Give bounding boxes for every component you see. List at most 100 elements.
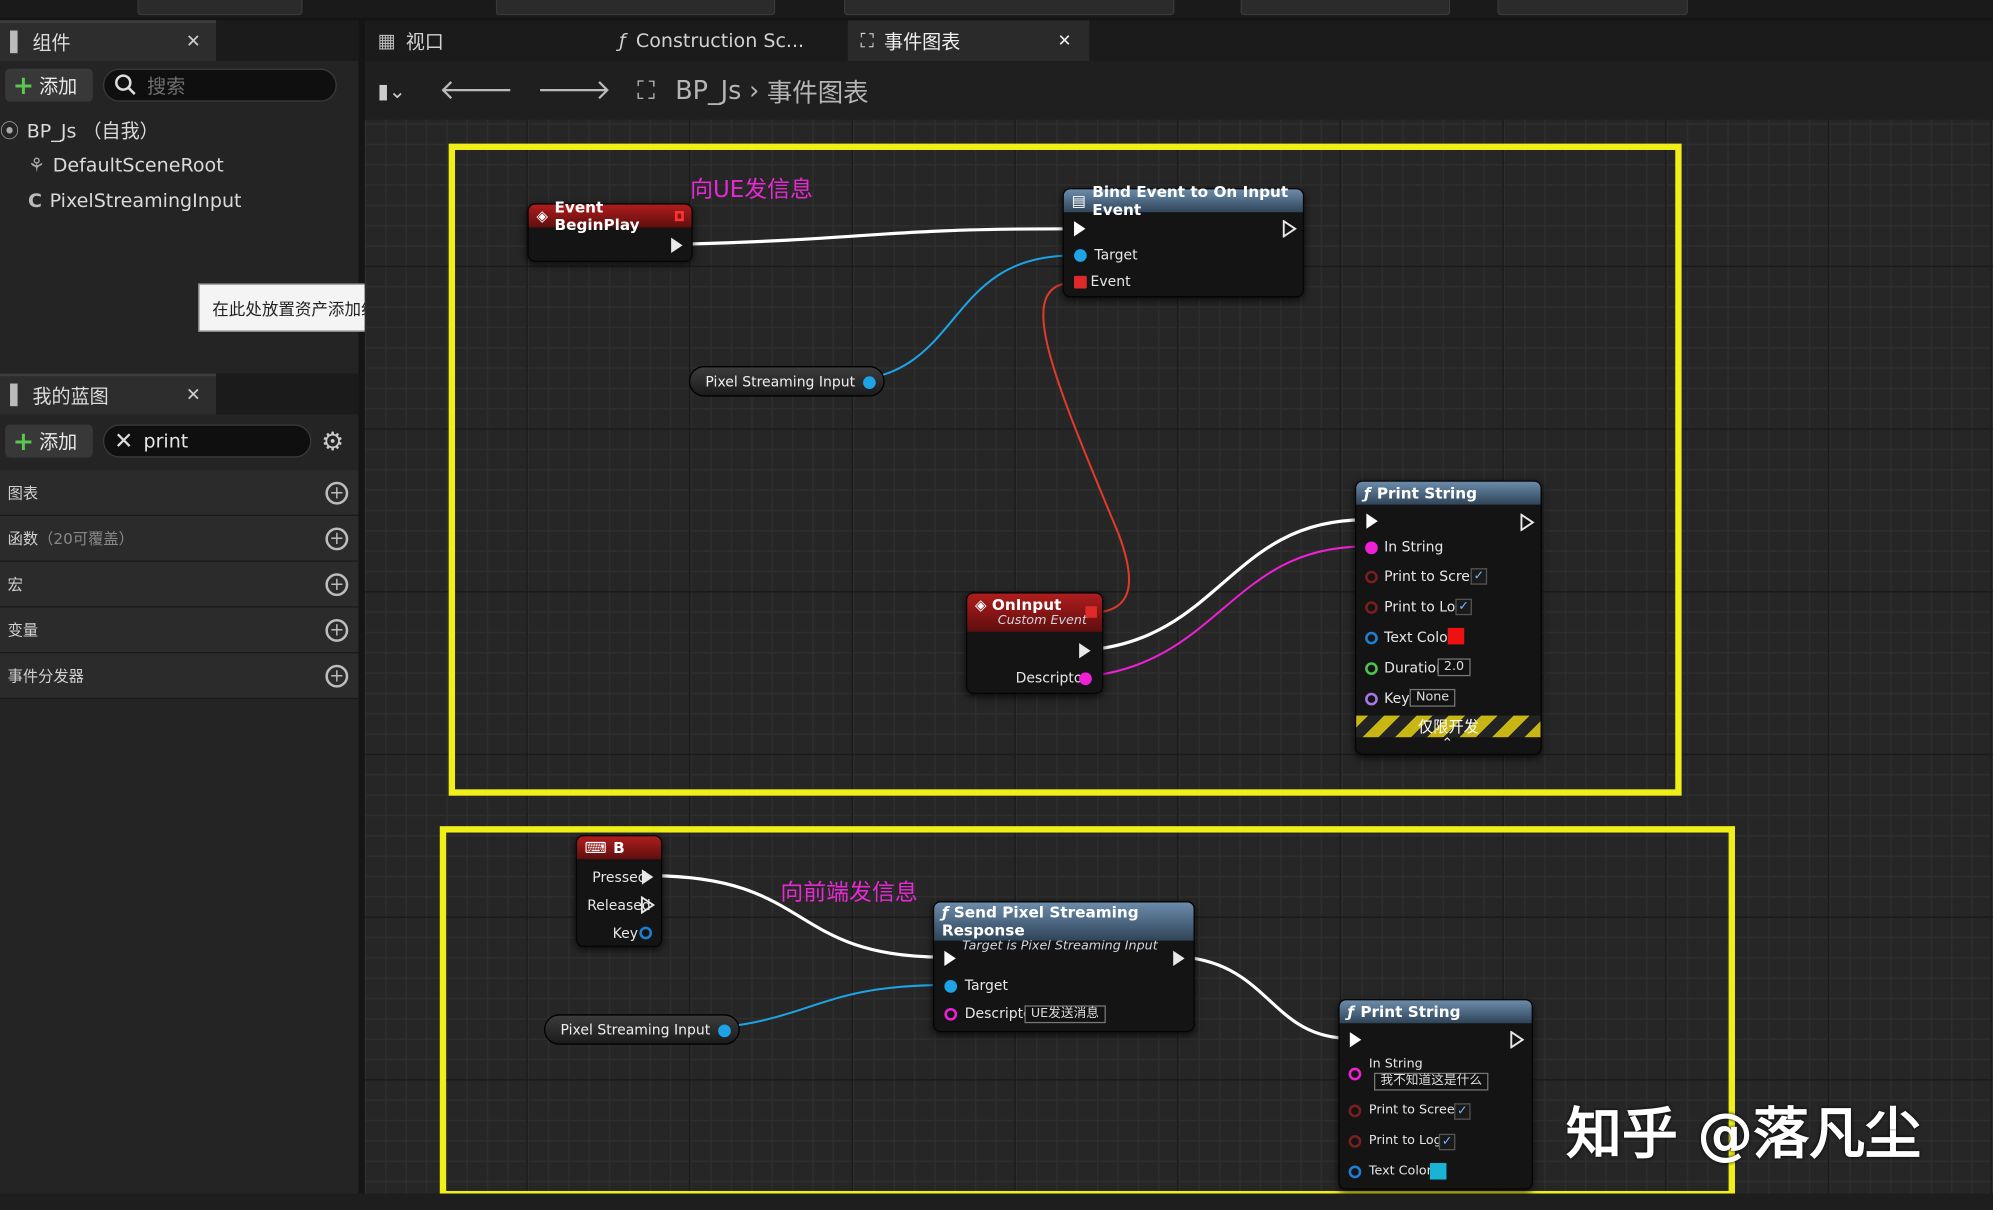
collapse-arrow-icon[interactable]: ⌃ xyxy=(1441,735,1453,752)
node-title: Event BeginPlay xyxy=(554,198,640,234)
pin-label: In String xyxy=(1384,538,1444,556)
exec-in-pin[interactable] xyxy=(944,950,956,966)
descriptor-pin[interactable] xyxy=(944,1007,958,1021)
bind-icon: ▤ xyxy=(1071,191,1086,210)
delegate-out-pin[interactable] xyxy=(1085,606,1097,618)
print-to-screen-pin[interactable] xyxy=(1348,1104,1362,1118)
event-beginplay-node[interactable]: ◈ Event BeginPlay xyxy=(527,198,693,262)
node-title: Print String xyxy=(1376,484,1478,503)
node-header: ⌨ B xyxy=(577,836,661,860)
variable-label: Pixel Streaming Input xyxy=(560,1021,711,1038)
keyboard-b-event-node[interactable]: ⌨ B Pressed Released Key xyxy=(575,835,663,947)
pin-label: Target xyxy=(1094,246,1138,264)
function-icon: ƒ xyxy=(1363,484,1371,503)
pixel-streaming-input-variable[interactable]: Pixel Streaming Input xyxy=(688,366,885,397)
delegate-pin-icon xyxy=(674,210,684,222)
print-to-log-pin[interactable] xyxy=(1365,601,1378,614)
exec-out-pin[interactable] xyxy=(1520,512,1535,536)
node-header: ▤ Bind Event to On Input Event xyxy=(1063,183,1303,219)
print-to-screen-checkbox[interactable]: ✓ xyxy=(1454,1103,1471,1120)
target-pin[interactable] xyxy=(944,979,958,993)
exec-out-outline-icon xyxy=(640,895,656,915)
exec-out-pin[interactable] xyxy=(1173,950,1185,966)
node-header: ƒ Send Pixel Streaming Response Target i… xyxy=(934,902,1194,953)
node-title: B xyxy=(613,838,625,857)
print-string-node-2[interactable]: ƒ Print String In String 我不知道这是什么 Print … xyxy=(1338,999,1533,1190)
object-out-pin[interactable] xyxy=(717,1024,731,1038)
text-color-pin[interactable] xyxy=(1365,631,1378,645)
bottom-status-bar xyxy=(0,1193,1993,1210)
exec-out-outline-icon xyxy=(1282,219,1297,238)
duration-pin[interactable] xyxy=(1365,662,1378,675)
descriptor-out-pin[interactable] xyxy=(1079,672,1092,686)
pin-label: Print to Log xyxy=(1368,1133,1442,1148)
print-to-screen-checkbox[interactable]: ✓ xyxy=(1470,568,1488,585)
in-string-pin[interactable] xyxy=(1365,541,1378,555)
released-exec-pin[interactable] xyxy=(640,895,656,918)
node-header: ƒ Print String xyxy=(1356,481,1541,505)
target-pin[interactable] xyxy=(1074,249,1087,262)
function-icon: ƒ xyxy=(941,903,954,922)
node-subtitle: Custom Event xyxy=(997,613,1087,628)
event-diamond-icon: ◈ xyxy=(536,207,549,225)
oninput-custom-event-node[interactable]: ◈ OnInput Custom Event Descriptor xyxy=(965,592,1104,694)
pin-label: Pressed xyxy=(592,869,647,886)
pin-label: Text Color xyxy=(1368,1164,1432,1179)
pin-label: Duration xyxy=(1384,659,1445,677)
event-diamond-icon: ◈ xyxy=(974,596,992,614)
annotation-send-to-frontend: 向前端发信息 xyxy=(780,879,918,907)
object-out-pin[interactable] xyxy=(862,376,876,389)
pin-label: Text Color xyxy=(1384,629,1454,646)
print-to-log-checkbox[interactable]: ✓ xyxy=(1438,1133,1456,1151)
text-color-pin[interactable] xyxy=(1348,1165,1362,1179)
in-string-input[interactable]: 我不知道这是什么 xyxy=(1374,1072,1489,1091)
send-pixel-streaming-response-node[interactable]: ƒ Send Pixel Streaming Response Target i… xyxy=(932,901,1195,1033)
in-string-pin[interactable] xyxy=(1348,1067,1362,1081)
node-title: Print String xyxy=(1360,1002,1461,1021)
bind-event-node[interactable]: ▤ Bind Event to On Input Event Target Ev… xyxy=(1062,183,1305,298)
print-to-log-checkbox[interactable]: ✓ xyxy=(1455,598,1472,616)
pin-label: Descriptor xyxy=(1015,669,1089,687)
text-color-swatch[interactable] xyxy=(1429,1163,1447,1180)
descriptor-input[interactable]: UE发送消息 xyxy=(1024,1005,1106,1024)
node-title-wrap: ◈ OnInput xyxy=(975,596,1061,614)
node-header: ◈ OnInput Custom Event xyxy=(967,593,1103,632)
pin-label: Target xyxy=(964,977,1008,994)
exec-out-pin[interactable] xyxy=(1079,643,1091,659)
event-pin[interactable] xyxy=(1074,275,1087,289)
print-to-log-pin[interactable] xyxy=(1348,1135,1362,1148)
pin-label: Event xyxy=(1090,273,1131,290)
exec-in-pin[interactable] xyxy=(1349,1032,1362,1048)
pixel-streaming-input-variable[interactable]: Pixel Streaming Input xyxy=(544,1014,740,1045)
exec-out-pin[interactable] xyxy=(671,237,683,253)
print-string-node-1[interactable]: ƒ Print String In String Print to Screen… xyxy=(1354,480,1542,756)
duration-input[interactable]: 2.0 xyxy=(1437,658,1471,677)
node-header: ƒ Print String xyxy=(1339,1000,1532,1024)
key-input[interactable]: None xyxy=(1409,688,1456,707)
exec-out-pin[interactable] xyxy=(1282,219,1297,238)
exec-out-pin[interactable] xyxy=(1510,1030,1525,1053)
annotation-send-to-ue: 向UE发信息 xyxy=(690,176,813,204)
key-out-pin[interactable] xyxy=(639,926,653,940)
variable-label: Pixel Streaming Input xyxy=(705,373,856,390)
node-header: ◈ Event BeginPlay xyxy=(528,198,692,234)
pin-label: Print to Log xyxy=(1384,598,1465,616)
pin-label: Key xyxy=(1384,690,1410,707)
text-color-swatch[interactable] xyxy=(1447,627,1465,645)
keyboard-icon: ⌨ xyxy=(584,838,607,857)
exec-in-pin[interactable] xyxy=(1366,513,1378,529)
exec-out-outline-icon xyxy=(1510,1030,1525,1050)
node-title: OnInput xyxy=(991,596,1062,614)
node-subtitle: Target is Pixel Streaming Input xyxy=(962,939,1158,954)
pin-label: In String xyxy=(1368,1057,1423,1072)
key-pin[interactable] xyxy=(1365,692,1378,706)
print-to-screen-pin[interactable] xyxy=(1365,570,1378,584)
watermark: 知乎 @落凡尘 xyxy=(1565,1102,1921,1167)
node-title: Bind Event to On Input Event xyxy=(1092,183,1289,219)
node-title: Send Pixel Streaming Response xyxy=(941,903,1139,940)
exec-out-outline-icon xyxy=(1520,512,1535,532)
exec-in-pin[interactable] xyxy=(1074,221,1086,237)
pressed-exec-pin[interactable] xyxy=(641,869,654,885)
function-icon: ƒ xyxy=(1347,1002,1354,1021)
pin-label: Key xyxy=(612,925,639,942)
